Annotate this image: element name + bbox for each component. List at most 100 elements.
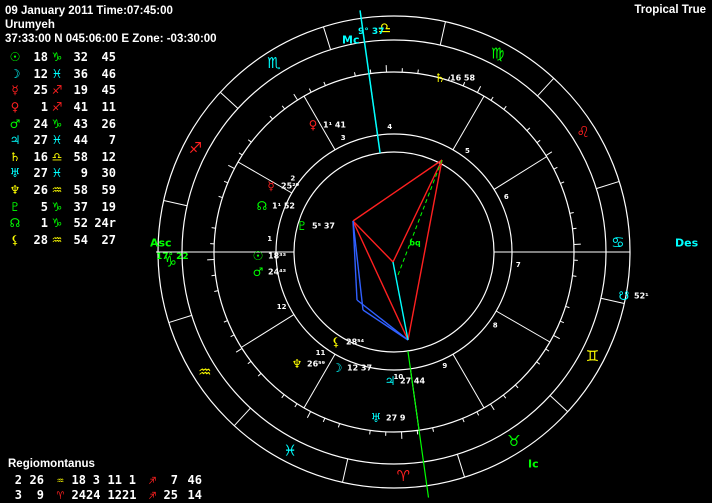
degree-tick xyxy=(354,72,356,77)
aspect-line xyxy=(356,299,409,341)
wheel-planet-degree: 27 44 xyxy=(400,377,425,386)
degree-tick xyxy=(308,88,312,93)
degree-tick xyxy=(526,127,531,131)
sign-divider xyxy=(596,180,620,190)
degree-tick xyxy=(572,275,577,277)
degree-tick xyxy=(490,96,494,101)
aspect-line xyxy=(407,159,443,341)
degree-tick xyxy=(211,274,216,277)
zodiac-sign-icon: ♍ xyxy=(491,44,504,62)
wheel-planet-degree: 24⁴³ xyxy=(268,268,287,277)
house-number: 9 xyxy=(442,362,447,370)
wheel-planet-icon: ☿ xyxy=(267,179,274,193)
degree-tick xyxy=(476,411,480,416)
house-number: 4 xyxy=(387,123,392,131)
aspect-line xyxy=(352,220,394,263)
degree-tick xyxy=(223,320,228,323)
wheel-planet-degree: 16 58 xyxy=(450,74,475,83)
zodiac-sign-icon: ♊ xyxy=(586,347,599,365)
zodiac-sign-icon: ♐ xyxy=(189,139,202,157)
wheel-planet-degree: 52¹ xyxy=(634,292,649,301)
house-number: 3 xyxy=(341,134,346,142)
degree-tick xyxy=(281,394,285,399)
wheel-planet-degree: 5⁵ 37 xyxy=(312,222,335,231)
house-cusp-line xyxy=(241,314,295,348)
degree-tick xyxy=(247,360,252,365)
wheel-ring xyxy=(275,133,513,371)
aspect-line xyxy=(397,159,443,276)
wheel-planet-degree: 26⁵⁹ xyxy=(307,360,326,369)
wheel-planet-icon: ⚸ xyxy=(332,335,341,349)
zodiac-sign-icon: ♓ xyxy=(283,442,296,460)
wheel-planet-icon: ♇ xyxy=(297,219,308,233)
sign-divider xyxy=(163,200,188,207)
aspect-line xyxy=(352,159,443,222)
house-number: 7 xyxy=(516,261,521,269)
wheel-ring xyxy=(293,151,495,353)
degree-tick xyxy=(238,152,243,156)
degree-tick xyxy=(247,139,252,143)
degree-tick xyxy=(323,81,326,86)
degree-tick xyxy=(569,212,574,214)
wheel-planet-degree: 1¹ 52 xyxy=(272,202,295,211)
zodiac-sign-icon: ♈ xyxy=(397,467,410,485)
chart-wheel: ♑♐♏♎♍♌♋♊♉♈♓♒123456789101112Asc17° 22DesM… xyxy=(150,10,699,498)
degree-tick xyxy=(293,93,298,101)
degree-tick xyxy=(369,430,371,435)
wheel-planet-icon: ♅ xyxy=(371,411,382,425)
descendant-label: Des xyxy=(675,237,699,250)
degree-tick xyxy=(565,305,570,309)
wheel-planet-degree: 18³³ xyxy=(268,252,287,261)
zodiac-sign-icon: ♏ xyxy=(267,54,281,72)
degree-tick xyxy=(536,139,541,144)
degree-tick xyxy=(572,227,577,230)
degree-tick xyxy=(503,105,507,110)
degree-tick xyxy=(214,290,219,292)
wheel-planet-icon: ☋ xyxy=(619,289,630,303)
wheel-planet-icon: ♄ xyxy=(435,71,446,85)
wheel-planet-icon: ☉ xyxy=(253,249,264,263)
house-number: 6 xyxy=(504,193,509,201)
ascendant-degree: 17° 22 xyxy=(156,252,189,262)
aspect-line xyxy=(392,261,409,341)
degree-tick xyxy=(269,115,273,120)
degree-tick xyxy=(218,195,223,199)
degree-tick xyxy=(536,361,541,365)
degree-tick xyxy=(545,151,553,156)
degree-tick xyxy=(223,180,229,184)
zodiac-sign-icon: ♉ xyxy=(507,432,520,450)
degree-tick xyxy=(462,81,466,87)
ascendant-label: Asc xyxy=(150,237,172,250)
midheaven-degree: 9° 37 xyxy=(358,27,384,37)
wheel-planet-icon: ♃ xyxy=(385,374,396,388)
degree-tick xyxy=(211,227,216,229)
sign-divider xyxy=(322,26,332,50)
degree-tick xyxy=(502,394,507,399)
wheel-planet-icon: ♂ xyxy=(253,265,264,279)
degree-tick xyxy=(553,166,558,170)
wheel-planet-degree: 1¹ 41 xyxy=(323,121,346,130)
ic-axis-line xyxy=(407,350,430,498)
sign-divider xyxy=(342,458,349,483)
aspect-line xyxy=(352,220,364,311)
degree-tick xyxy=(230,334,235,338)
house-cusp-line xyxy=(493,156,547,190)
degree-tick xyxy=(235,348,243,353)
imum-coeli-label: Ic xyxy=(528,458,539,471)
degree-tick xyxy=(476,86,482,93)
house-number: 5 xyxy=(465,147,470,155)
midheaven-label: Mc xyxy=(342,34,359,47)
house-cusp-line xyxy=(495,310,551,343)
degree-tick xyxy=(417,69,419,74)
degree-tick xyxy=(559,320,565,324)
degree-tick xyxy=(432,427,434,432)
house-number: 11 xyxy=(316,349,326,357)
degree-tick xyxy=(462,418,465,423)
house-number: 8 xyxy=(493,321,498,329)
house-number: 12 xyxy=(277,303,287,311)
zodiac-sign-icon: ♒ xyxy=(198,363,211,381)
wheel-planet-icon: ♀ xyxy=(309,118,318,132)
aspect-label: bq xyxy=(409,239,421,248)
degree-tick xyxy=(257,373,262,377)
degree-tick xyxy=(294,403,298,408)
